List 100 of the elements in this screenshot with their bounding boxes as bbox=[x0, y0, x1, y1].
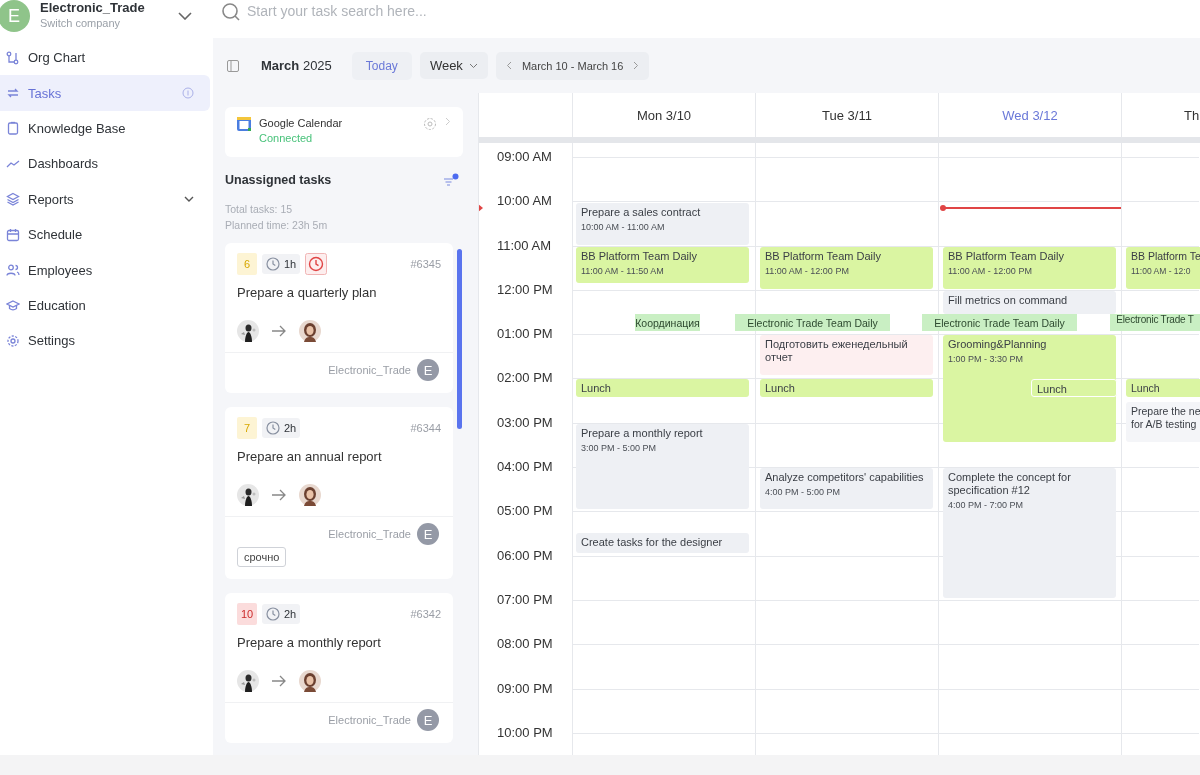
sidebar-item[interactable]: Settings bbox=[0, 323, 210, 359]
arrow-right-icon bbox=[271, 325, 287, 337]
sidebar-item[interactable]: Tasks bbox=[0, 75, 210, 111]
settings-icon[interactable] bbox=[423, 117, 437, 131]
time-label: 07:00 PM bbox=[497, 591, 553, 609]
chevron-right-icon[interactable] bbox=[445, 117, 451, 126]
chevron-down-icon[interactable] bbox=[178, 12, 192, 20]
event-block[interactable]: Lunch bbox=[760, 379, 933, 397]
sidebar-item[interactable]: Org Chart bbox=[0, 40, 210, 76]
current-time-marker-icon bbox=[479, 204, 483, 212]
event-label[interactable]: Electronic Trade Team Daily bbox=[735, 314, 890, 331]
tag: срочно bbox=[237, 547, 287, 567]
sidebar-item[interactable]: Knowledge Base bbox=[0, 110, 210, 147]
calendar-icon bbox=[237, 117, 251, 131]
view-dropdown[interactable]: Week bbox=[419, 52, 488, 79]
duration-badge: 2h bbox=[262, 604, 301, 624]
time-label: 06:00 PM bbox=[497, 547, 553, 565]
event-time: 3:00 PM - 5:00 PM bbox=[581, 443, 658, 453]
event-title: BB Platform Team Daily bbox=[948, 250, 1065, 263]
sidebar-item[interactable]: Employees bbox=[0, 252, 210, 288]
event-time: 1:00 PM - 3:30 PM bbox=[948, 354, 1025, 364]
event-block[interactable]: BB Platform Team Daily 11:00 AM - 12:00 PM bbox=[760, 247, 933, 289]
event-block[interactable]: Prepare the ne for A/B testing bbox=[1126, 402, 1200, 442]
time-label: 02:00 PM bbox=[497, 370, 553, 388]
event-time: 4:00 PM - 7:00 PM bbox=[948, 500, 1025, 510]
chevron-down-icon[interactable] bbox=[184, 196, 194, 203]
event-block[interactable]: Lunch bbox=[1031, 379, 1117, 397]
search-icon bbox=[221, 2, 241, 22]
task-title: Prepare an annual report bbox=[237, 449, 383, 464]
event-title: BB Platform Team Daily bbox=[765, 250, 882, 263]
time-label: 09:00 AM bbox=[497, 149, 552, 166]
company-name: Electronic_Trade bbox=[328, 364, 411, 376]
task-card[interactable]: 6 1h #6345 Prepare a quarterly plan Electronic_Trade E bbox=[225, 243, 453, 393]
event-block[interactable]: Подготовить еженедельный отчет bbox=[760, 335, 933, 375]
today-button[interactable]: Today bbox=[351, 51, 412, 80]
filter-icon[interactable] bbox=[443, 173, 459, 187]
month-title: March 2025 bbox=[261, 58, 332, 73]
layers-icon bbox=[6, 192, 20, 207]
search-field[interactable]: Start your task search here... bbox=[245, 2, 549, 20]
event-title: Complete the concept for specification #12 bbox=[948, 471, 1072, 497]
event-block[interactable]: Lunch bbox=[1126, 379, 1200, 397]
event-title: Lunch bbox=[765, 382, 796, 395]
event-block[interactable]: Create tasks for the designer bbox=[576, 533, 749, 553]
time-label: 03:00 PM bbox=[497, 414, 553, 432]
scrollbar-thumb[interactable] bbox=[457, 249, 462, 429]
time-label: 09:00 PM bbox=[497, 680, 553, 698]
settings-icon bbox=[6, 333, 20, 348]
event-time: 11:00 AM - 12:00 PM bbox=[765, 266, 850, 276]
event-label[interactable]: Electronic Trade T bbox=[1110, 314, 1200, 331]
time-label: 10:00 PM bbox=[497, 724, 553, 742]
time-label: 04:00 PM bbox=[497, 459, 553, 477]
event-block[interactable]: Prepare a sales contract 10:00 AM - 11:00 AM bbox=[576, 203, 749, 245]
sidebar-item[interactable]: Schedule bbox=[0, 216, 210, 253]
graduation-cap-icon bbox=[6, 298, 20, 313]
sidebar-toggle-icon[interactable] bbox=[227, 59, 239, 72]
time-label: 11:00 AM bbox=[497, 237, 551, 255]
company-avatar: E bbox=[417, 709, 439, 731]
calendar-sync-card[interactable]: Google Calendar Connected bbox=[225, 107, 463, 157]
sidebar-item[interactable]: Education bbox=[0, 287, 210, 324]
event-title: Create tasks for the designer bbox=[581, 536, 724, 549]
event-title: Fill metrics on command bbox=[948, 294, 1069, 307]
company-name: Electronic_Trade bbox=[328, 528, 411, 540]
event-title: Analyze competitors' capabilities bbox=[765, 471, 925, 484]
calendar-icon bbox=[6, 227, 20, 242]
event-title: Prepare a monthly report bbox=[581, 427, 704, 440]
event-block[interactable]: Fill metrics on command bbox=[943, 291, 1116, 314]
event-block[interactable]: Lunch bbox=[576, 379, 749, 397]
sidebar-item[interactable]: Dashboards bbox=[0, 146, 210, 182]
event-block[interactable]: Complete the concept for specification #12 4:00 PM - 7:00 PM bbox=[943, 468, 1116, 598]
event-block[interactable]: BB Platform Team Daily 11:00 AM - 11:50 AM bbox=[576, 247, 749, 283]
task-card[interactable]: 7 2h #6344 Prepare an annual report Electronic_Trade E срочно bbox=[225, 407, 453, 579]
event-title: Prepare a sales contract bbox=[581, 206, 702, 219]
sync-status: Connected bbox=[259, 132, 314, 144]
event-title: Lunch bbox=[581, 382, 612, 395]
planned-time: Planned time: 23h 5m bbox=[225, 219, 329, 231]
event-block[interactable]: BB Platform Te 11:00 AM - 12:0 bbox=[1126, 247, 1200, 289]
event-title: Подготовить еженедельный отчет bbox=[765, 338, 909, 364]
chevron-right-icon[interactable] bbox=[633, 61, 640, 70]
priority-badge: 7 bbox=[237, 417, 257, 439]
event-time: 10:00 AM - 11:00 AM bbox=[581, 222, 666, 232]
sidebar-item[interactable]: Reports bbox=[0, 181, 210, 217]
event-label[interactable]: Координация bbox=[635, 314, 700, 331]
event-block[interactable]: Analyze competitors' capabilities 4:00 PM - 5:00 PM bbox=[760, 468, 933, 509]
help-icon[interactable] bbox=[182, 87, 194, 100]
org-chart-icon bbox=[6, 50, 20, 65]
time-label: 08:00 PM bbox=[497, 636, 553, 654]
chevron-left-icon[interactable] bbox=[505, 61, 512, 70]
event-block[interactable]: BB Platform Team Daily 11:00 AM - 12:00 PM bbox=[943, 247, 1116, 289]
task-card[interactable]: 10 2h #6342 Prepare a monthly report Electronic_Trade E bbox=[225, 593, 453, 743]
company-avatar: E bbox=[0, 0, 30, 32]
task-title: Prepare a quarterly plan bbox=[237, 285, 378, 300]
task-title: Prepare a monthly report bbox=[237, 635, 382, 650]
section-title: Unassigned tasks bbox=[225, 173, 332, 187]
event-block[interactable]: Prepare a monthly report 3:00 PM - 5:00 PM bbox=[576, 424, 749, 509]
event-label[interactable]: Electronic Trade Team Daily bbox=[922, 314, 1077, 331]
task-number: #6344 bbox=[410, 422, 441, 434]
task-number: #6345 bbox=[410, 258, 441, 270]
event-time: 4:00 PM - 5:00 PM bbox=[765, 487, 842, 497]
time-label: 12:00 PM bbox=[497, 281, 553, 299]
priority-badge: 10 bbox=[237, 603, 257, 625]
